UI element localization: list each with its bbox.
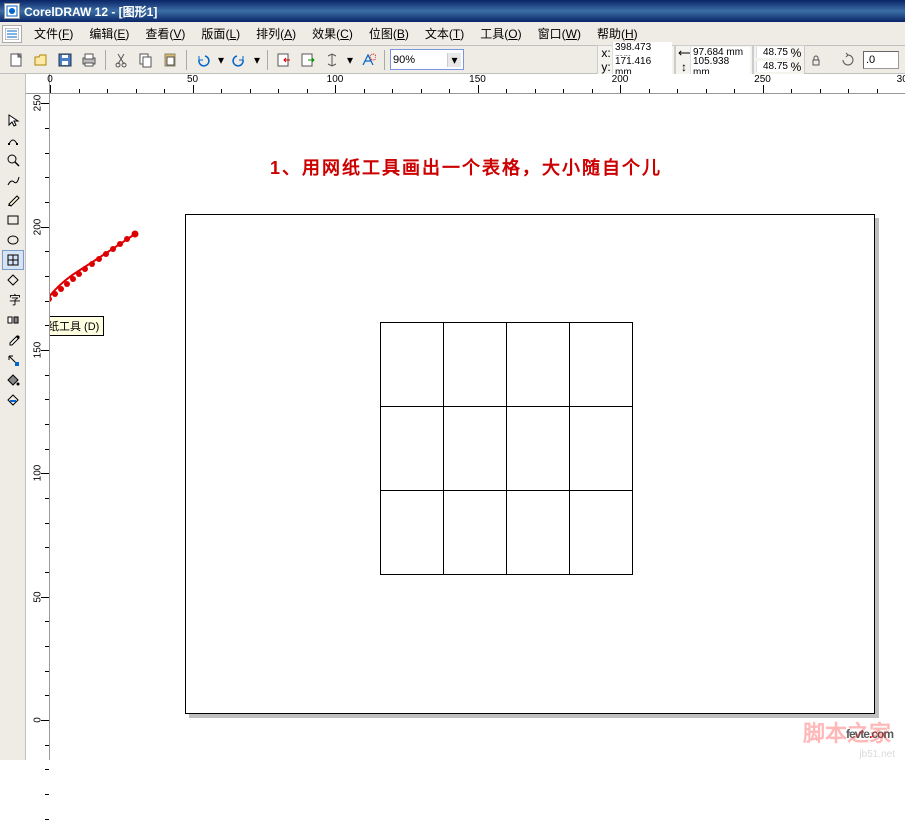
scale-x-value[interactable]: 48.75 bbox=[756, 47, 790, 58]
window-titlebar: CorelDRAW 12 - [图形1] bbox=[0, 0, 905, 22]
annotation-text: 1、用网纸工具画出一个表格，大小随自个儿 bbox=[270, 154, 662, 180]
freehand-tool[interactable] bbox=[2, 170, 24, 190]
workspace: 字 050100150200250300 250200150100500 1、用… bbox=[0, 74, 905, 760]
interactive-fill-tool[interactable] bbox=[2, 390, 24, 410]
undo-button[interactable] bbox=[192, 49, 214, 71]
toolbox: 字 bbox=[0, 74, 26, 760]
copy-button[interactable] bbox=[135, 49, 157, 71]
pick-tool[interactable] bbox=[2, 110, 24, 130]
shape-tool[interactable] bbox=[2, 130, 24, 150]
paste-button[interactable] bbox=[159, 49, 181, 71]
tooltip: 图纸工具 (D) bbox=[50, 316, 104, 336]
ellipse-tool[interactable] bbox=[2, 230, 24, 250]
zoom-input[interactable] bbox=[393, 54, 447, 66]
menu-tools[interactable]: 工具(O) bbox=[472, 23, 529, 44]
scale-y-value[interactable]: 48.75 bbox=[756, 61, 790, 72]
zoom-select[interactable]: ▾ bbox=[390, 49, 464, 70]
x-label: x: bbox=[600, 46, 612, 60]
open-button[interactable] bbox=[30, 49, 52, 71]
print-button[interactable] bbox=[78, 49, 100, 71]
menu-arrange[interactable]: 排列(A) bbox=[248, 23, 304, 44]
lock-ratio-button[interactable] bbox=[805, 49, 827, 71]
rotate-button[interactable] bbox=[837, 49, 859, 71]
zoom-tool[interactable] bbox=[2, 150, 24, 170]
ghost-text: jb51.net bbox=[859, 749, 895, 760]
svg-text:字: 字 bbox=[9, 293, 20, 307]
menu-layout[interactable]: 版面(L) bbox=[193, 23, 248, 44]
fill-tool[interactable] bbox=[2, 370, 24, 390]
pointer-trail-annotation bbox=[50, 224, 155, 314]
import-button[interactable] bbox=[273, 49, 295, 71]
y-label: y: bbox=[600, 60, 612, 74]
new-button[interactable] bbox=[6, 49, 28, 71]
horizontal-ruler[interactable]: 050100150200250300 bbox=[50, 74, 905, 94]
outline-tool[interactable] bbox=[2, 350, 24, 370]
launcher-dropdown[interactable]: ▾ bbox=[345, 49, 355, 71]
canvas[interactable]: 1、用网纸工具画出一个表格，大小随自个儿 图纸工具 (D) bbox=[50, 94, 905, 760]
watermark-sub: 脚本之家 bbox=[803, 716, 891, 748]
window-title: CorelDRAW 12 - [图形1] bbox=[24, 3, 157, 20]
menu-bitmap[interactable]: 位图(B) bbox=[361, 23, 417, 44]
save-button[interactable] bbox=[54, 49, 76, 71]
rectangle-tool[interactable] bbox=[2, 210, 24, 230]
chevron-down-icon[interactable]: ▾ bbox=[447, 53, 461, 67]
menu-view[interactable]: 查看(V) bbox=[137, 23, 193, 44]
menu-effects[interactable]: 效果(C) bbox=[304, 23, 361, 44]
menu-file[interactable]: 文件(F) bbox=[26, 23, 81, 44]
export-button[interactable] bbox=[297, 49, 319, 71]
menu-edit[interactable]: 编辑(E) bbox=[81, 23, 137, 44]
standard-toolbar: ▾ ▾ ▾ ▾ x:398.473 mm y:171.416 mm ⟷97.68… bbox=[0, 46, 905, 74]
redo-dropdown[interactable]: ▾ bbox=[252, 49, 262, 71]
width-icon: ⟷ bbox=[678, 46, 690, 60]
cut-button[interactable] bbox=[111, 49, 133, 71]
basic-shapes-tool[interactable] bbox=[2, 270, 24, 290]
corel-online-button[interactable] bbox=[357, 49, 379, 71]
rotation-input[interactable] bbox=[863, 51, 899, 69]
vertical-ruler[interactable]: 250200150100500 bbox=[26, 94, 50, 760]
height-icon: ↕ bbox=[678, 60, 690, 74]
interactive-tool[interactable] bbox=[2, 310, 24, 330]
menu-window[interactable]: 窗口(W) bbox=[530, 23, 589, 44]
app-icon bbox=[4, 3, 20, 19]
text-tool[interactable]: 字 bbox=[2, 290, 24, 310]
redo-button[interactable] bbox=[228, 49, 250, 71]
smart-draw-tool[interactable] bbox=[2, 190, 24, 210]
undo-dropdown[interactable]: ▾ bbox=[216, 49, 226, 71]
grid-object[interactable] bbox=[380, 322, 633, 575]
app-launcher-button[interactable] bbox=[321, 49, 343, 71]
eyedropper-tool[interactable] bbox=[2, 330, 24, 350]
graph-paper-tool[interactable] bbox=[2, 250, 24, 270]
control-box-icon[interactable] bbox=[2, 25, 22, 43]
menubar: 文件(F) 编辑(E) 查看(V) 版面(L) 排列(A) 效果(C) 位图(B… bbox=[0, 22, 905, 46]
menu-text[interactable]: 文本(T) bbox=[417, 23, 472, 44]
property-bar: x:398.473 mm y:171.416 mm ⟷97.684 mm ↕10… bbox=[597, 45, 899, 75]
